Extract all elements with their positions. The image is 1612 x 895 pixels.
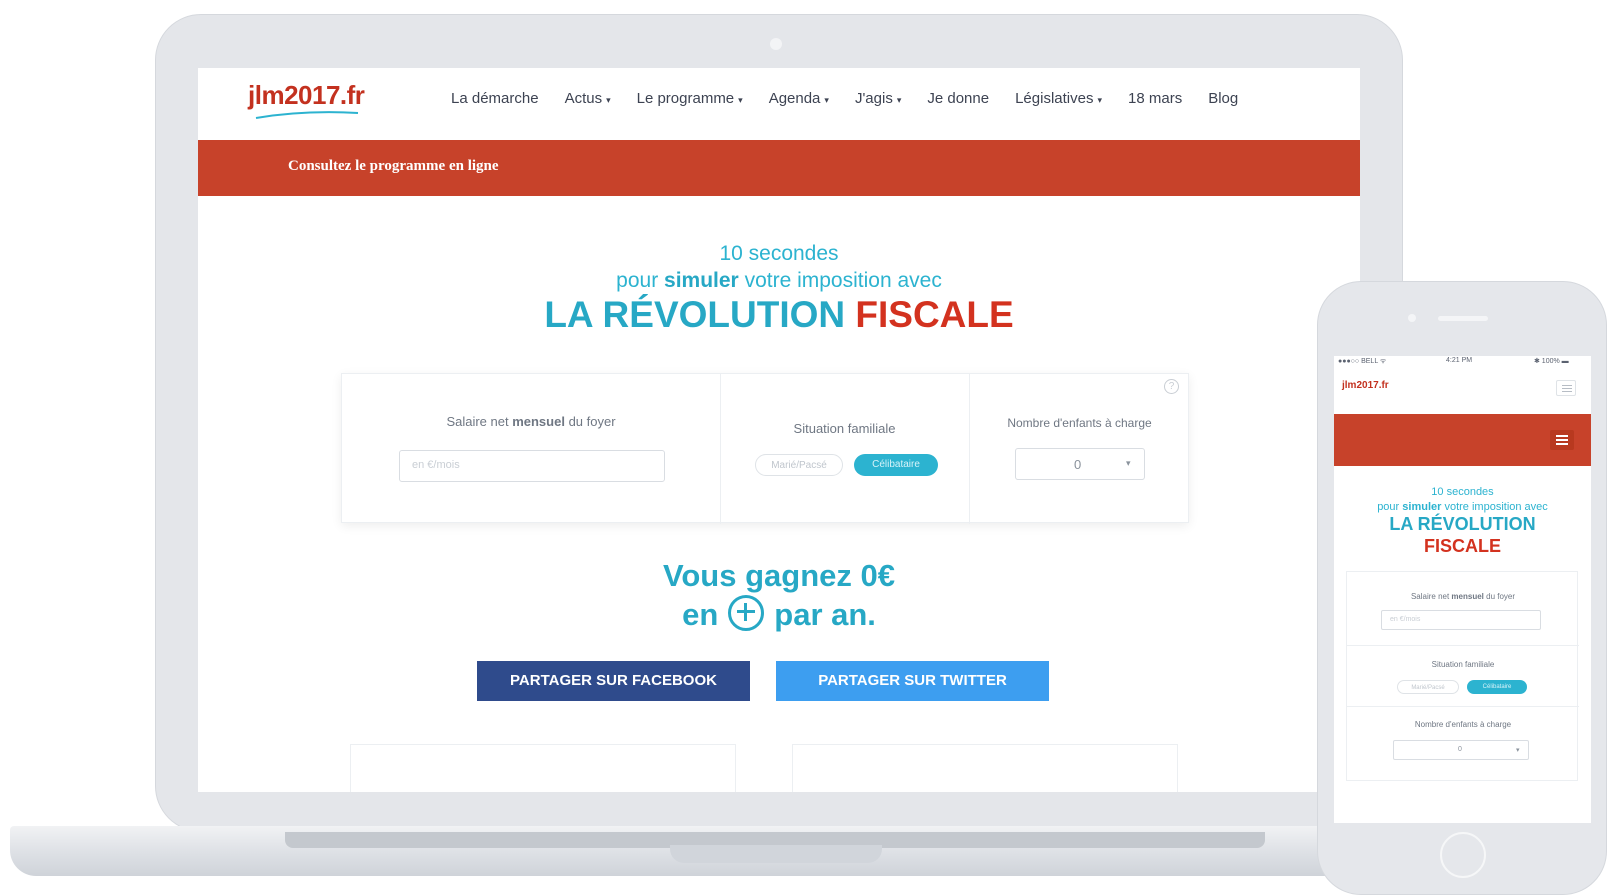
result-line-2: en par an. — [682, 595, 876, 632]
phone-family-option-married[interactable]: Marié/Pacsé — [1397, 680, 1459, 694]
chevron-down-icon: ▾ — [1126, 458, 1131, 468]
nav-item-je-donne[interactable]: Je donne — [914, 90, 1002, 107]
children-value: 0 — [1074, 457, 1082, 472]
nav-item-actus[interactable]: Actus ▾ — [552, 90, 624, 107]
laptop-camera — [770, 38, 782, 50]
phone-children-label: Nombre d'enfants à charge — [1414, 720, 1512, 729]
children-label: Nombre d'enfants à charge — [1007, 416, 1152, 430]
phone-family-label: Situation familiale — [1431, 660, 1495, 669]
phone-calculator-divider — [1347, 645, 1579, 646]
chevron-down-icon: ▾ — [824, 95, 829, 105]
phone-home-button[interactable] — [1440, 832, 1486, 878]
phone-hero-title-2: FISCALE — [1423, 536, 1501, 556]
phone-family-option-single[interactable]: Célibataire — [1467, 680, 1527, 694]
phone-site-logo[interactable]: jlm2017.fr — [1342, 380, 1389, 391]
phone-speaker — [1438, 316, 1488, 321]
phone-menu-icon[interactable] — [1550, 430, 1574, 450]
result-line-1: Vous gagnez 0€ — [663, 558, 895, 593]
phone-hero-line-1: 10 secondes — [1431, 486, 1494, 498]
calculator-divider — [969, 374, 970, 524]
phone-status-bar: ●●●○○ BELL ᯤ 4:21 PM ✱ 100% ▬ — [1338, 357, 1569, 365]
children-select[interactable]: 0 ▾ — [1015, 448, 1145, 480]
phone-children-select[interactable]: 0 ▾ — [1393, 740, 1529, 760]
help-icon[interactable]: ? — [1164, 379, 1179, 394]
hero-line-1: 10 secondes — [719, 242, 839, 265]
nav-item-legislatives[interactable]: Législatives ▾ — [1002, 90, 1115, 107]
phone-camera — [1408, 314, 1416, 322]
chevron-down-icon: ▾ — [1097, 95, 1103, 105]
tax-calculator: ? Salaire net mensuel du foyer en €/mois… — [341, 373, 1189, 524]
content-card — [792, 744, 1178, 792]
salary-label: Salaire net mensuel du foyer — [446, 414, 616, 429]
salary-input[interactable]: en €/mois — [399, 450, 665, 482]
family-situation-label: Situation familiale — [793, 421, 896, 436]
nav-item-le-programme[interactable]: Le programme ▾ — [624, 90, 756, 107]
family-option-married[interactable]: Marié/Pacsé — [755, 454, 843, 476]
plus-circle-icon — [728, 595, 765, 631]
chevron-down-icon: ▾ — [738, 95, 743, 105]
site-logo[interactable]: jlm2017.fr — [248, 80, 365, 111]
chevron-down-icon: ▾ — [1516, 747, 1520, 754]
laptop-base-notch — [670, 845, 882, 863]
content-card — [350, 744, 736, 792]
phone-hero-title-1: LA RÉVOLUTION — [1389, 514, 1536, 534]
family-option-single[interactable]: Célibataire — [854, 454, 938, 476]
logo-swoosh-icon — [255, 111, 359, 119]
hero-title: LA RÉVOLUTION FISCALE — [544, 294, 1014, 335]
chevron-down-icon: ▾ — [896, 95, 902, 105]
share-twitter-button[interactable]: PARTAGER SUR TWITTER — [776, 661, 1049, 701]
hero-line-2: pour simuler votre imposition avec — [616, 269, 942, 292]
phone-screen: ●●●○○ BELL ᯤ 4:21 PM ✱ 100% ▬ jlm2017.fr… — [1334, 356, 1591, 823]
calculator-divider — [720, 374, 721, 524]
program-banner-link[interactable]: Consultez le programme en ligne — [288, 158, 499, 175]
nav-item-18-mars[interactable]: 18 mars — [1115, 90, 1195, 107]
nav-item-blog[interactable]: Blog — [1195, 90, 1251, 107]
nav-item-la-demarche[interactable]: La démarche — [438, 90, 552, 107]
nav-item-agenda[interactable]: Agenda ▾ — [756, 90, 842, 107]
phone-calculator: Salaire net mensuel du foyer en €/mois S… — [1346, 571, 1579, 781]
menu-icon[interactable] — [1556, 380, 1576, 396]
phone-salary-label: Salaire net mensuel du foyer — [1410, 592, 1516, 601]
laptop-screen: jlm2017.fr La démarche Actus ▾ Le program… — [198, 68, 1360, 792]
phone-hero-line-2: pour simuler votre imposition avec — [1377, 501, 1548, 513]
nav-item-jagis[interactable]: J'agis ▾ — [842, 90, 914, 107]
chevron-down-icon: ▾ — [606, 95, 611, 105]
phone-salary-input[interactable]: en €/mois — [1381, 610, 1541, 630]
phone-calculator-divider — [1347, 706, 1579, 707]
share-facebook-button[interactable]: PARTAGER SUR FACEBOOK — [477, 661, 750, 701]
main-nav: La démarche Actus ▾ Le programme ▾ Agenda ▾… — [438, 90, 1251, 107]
